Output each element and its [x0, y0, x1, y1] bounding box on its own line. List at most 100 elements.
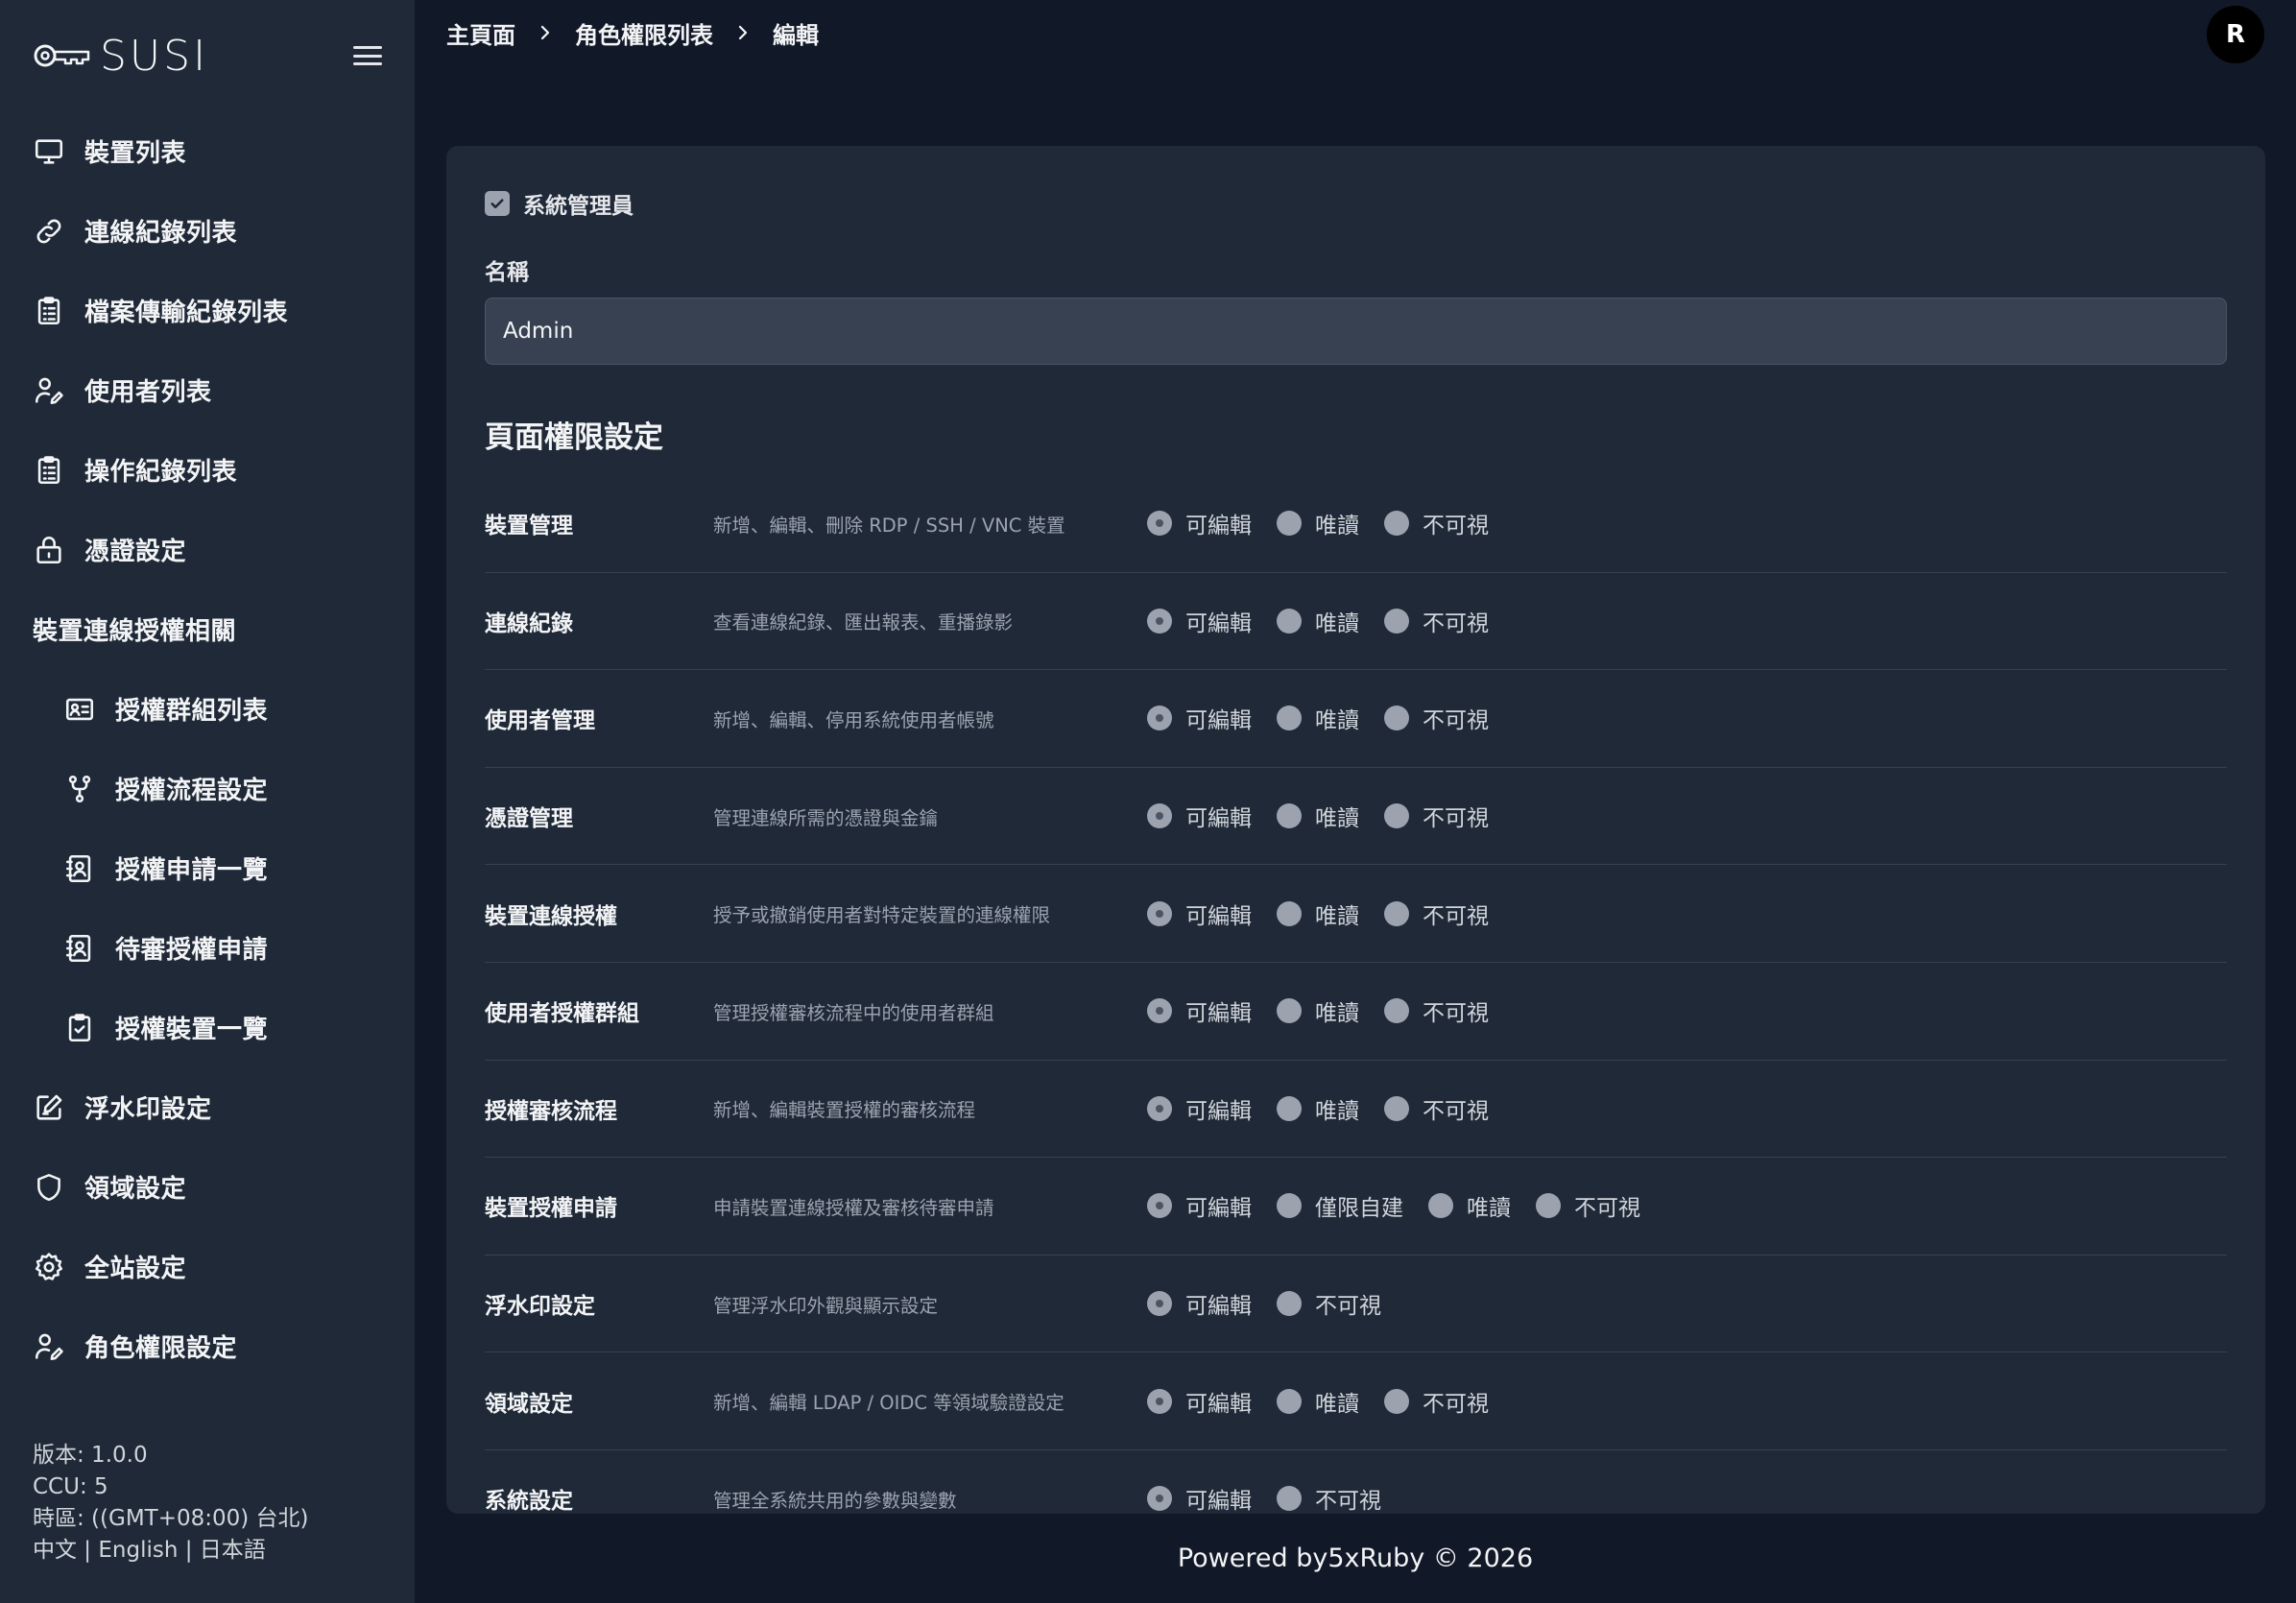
- radio-button[interactable]: [1147, 900, 1172, 926]
- permission-option[interactable]: 唯讀: [1277, 1385, 1359, 1418]
- radio-button[interactable]: [1384, 706, 1409, 731]
- permission-option[interactable]: 不可視: [1536, 1189, 1640, 1222]
- sidebar-section-authorization[interactable]: 裝置連線授權相關: [0, 589, 415, 669]
- permission-option[interactable]: 唯讀: [1277, 1092, 1359, 1125]
- permission-option[interactable]: 不可視: [1384, 897, 1489, 930]
- radio-button[interactable]: [1277, 998, 1302, 1024]
- menu-toggle-icon[interactable]: [353, 44, 382, 67]
- radio-label: 唯讀: [1315, 1391, 1359, 1417]
- key-icon: [34, 44, 90, 67]
- permission-option[interactable]: 不可視: [1384, 507, 1489, 539]
- radio-button[interactable]: [1277, 1388, 1302, 1414]
- brand-logo[interactable]: SUSI: [33, 32, 208, 81]
- permission-option[interactable]: 唯讀: [1277, 994, 1359, 1027]
- radio-button[interactable]: [1384, 900, 1409, 926]
- radio-button[interactable]: [1147, 1095, 1172, 1121]
- radio-label: 可編輯: [1185, 806, 1252, 832]
- sidebar-item-auth-flow[interactable]: 授權流程設定: [0, 749, 415, 828]
- sidebar-item-file-transfer-logs[interactable]: 檔案傳輸紀錄列表: [0, 271, 415, 350]
- sidebar-item-auth-requests[interactable]: 授權申請一覽: [0, 828, 415, 908]
- permission-option[interactable]: 唯讀: [1277, 800, 1359, 832]
- radio-button[interactable]: [1147, 998, 1172, 1024]
- sidebar-item-devices[interactable]: 裝置列表: [0, 111, 415, 191]
- permission-description: 新增、編輯、停用系統使用者帳號: [713, 708, 994, 731]
- radio-button[interactable]: [1536, 1193, 1561, 1219]
- radio-button[interactable]: [1277, 1095, 1302, 1121]
- permission-radio-group: 可編輯 不可視: [1147, 1287, 1406, 1320]
- radio-button[interactable]: [1147, 1193, 1172, 1219]
- radio-button[interactable]: [1147, 608, 1172, 634]
- permission-option[interactable]: 唯讀: [1277, 897, 1359, 930]
- radio-button[interactable]: [1277, 803, 1302, 829]
- permission-option[interactable]: 可編輯: [1147, 1482, 1252, 1514]
- radio-label: 可編輯: [1185, 903, 1252, 929]
- radio-button[interactable]: [1428, 1193, 1453, 1219]
- admin-checkbox-row[interactable]: 系統管理員: [485, 184, 2227, 223]
- permission-option[interactable]: 不可視: [1384, 994, 1489, 1027]
- pen-square-icon: [33, 1091, 65, 1124]
- permission-option[interactable]: 可編輯: [1147, 1189, 1252, 1222]
- permission-radio-group: 可編輯 唯讀 不可視: [1147, 897, 1514, 930]
- permission-option[interactable]: 不可視: [1384, 800, 1489, 832]
- permission-option[interactable]: 唯讀: [1428, 1189, 1511, 1222]
- radio-button[interactable]: [1384, 1095, 1409, 1121]
- radio-button[interactable]: [1277, 1291, 1302, 1317]
- breadcrumb: 主頁面 角色權限列表 編輯: [446, 16, 819, 50]
- breadcrumb-role-list[interactable]: 角色權限列表: [575, 16, 713, 50]
- permission-option[interactable]: 可編輯: [1147, 800, 1252, 832]
- name-input[interactable]: [485, 298, 2227, 365]
- permission-option[interactable]: 不可視: [1384, 1092, 1489, 1125]
- permission-option[interactable]: 可編輯: [1147, 605, 1252, 637]
- radio-button[interactable]: [1277, 706, 1302, 731]
- radio-button[interactable]: [1277, 511, 1302, 537]
- sidebar-item-credentials[interactable]: 憑證設定: [0, 510, 415, 589]
- clipboard-list-icon: [33, 454, 65, 487]
- permission-option[interactable]: 不可視: [1384, 605, 1489, 637]
- sidebar-item-role-permissions[interactable]: 角色權限設定: [0, 1306, 415, 1386]
- sidebar-item-realm[interactable]: 領域設定: [0, 1147, 415, 1227]
- radio-button[interactable]: [1384, 998, 1409, 1024]
- sidebar-item-connection-logs[interactable]: 連線紀錄列表: [0, 191, 415, 271]
- avatar[interactable]: R: [2207, 6, 2264, 63]
- radio-button[interactable]: [1147, 706, 1172, 731]
- radio-button[interactable]: [1384, 608, 1409, 634]
- radio-button[interactable]: [1384, 1388, 1409, 1414]
- radio-button[interactable]: [1147, 511, 1172, 537]
- permission-option[interactable]: 可編輯: [1147, 702, 1252, 734]
- radio-button[interactable]: [1384, 511, 1409, 537]
- radio-button[interactable]: [1277, 900, 1302, 926]
- permission-option[interactable]: 唯讀: [1277, 507, 1359, 539]
- permission-option[interactable]: 可編輯: [1147, 1092, 1252, 1125]
- permission-option[interactable]: 不可視: [1384, 1385, 1489, 1418]
- sidebar-item-site-settings[interactable]: 全站設定: [0, 1227, 415, 1306]
- sidebar-item-authorized-devices[interactable]: 授權裝置一覽: [0, 988, 415, 1067]
- permission-option[interactable]: 唯讀: [1277, 702, 1359, 734]
- admin-checkbox[interactable]: [485, 191, 510, 216]
- permission-option[interactable]: 唯讀: [1277, 605, 1359, 637]
- permission-option[interactable]: 不可視: [1277, 1482, 1381, 1514]
- sidebar-item-operation-logs[interactable]: 操作紀錄列表: [0, 430, 415, 510]
- sidebar-item-users[interactable]: 使用者列表: [0, 350, 415, 430]
- permission-option[interactable]: 不可視: [1384, 702, 1489, 734]
- breadcrumb-home[interactable]: 主頁面: [446, 16, 515, 50]
- permission-option[interactable]: 可編輯: [1147, 1287, 1252, 1320]
- permission-option[interactable]: 可編輯: [1147, 897, 1252, 930]
- radio-button[interactable]: [1147, 1388, 1172, 1414]
- permission-option[interactable]: 可編輯: [1147, 507, 1252, 539]
- permission-option[interactable]: 不可視: [1277, 1287, 1381, 1320]
- radio-button[interactable]: [1277, 608, 1302, 634]
- radio-button[interactable]: [1147, 1486, 1172, 1512]
- radio-button[interactable]: [1147, 1291, 1172, 1317]
- permission-option[interactable]: 僅限自建: [1277, 1189, 1403, 1222]
- permission-option[interactable]: 可編輯: [1147, 1385, 1252, 1418]
- sidebar-section-label: 裝置連線授權相關: [33, 617, 237, 646]
- permission-option[interactable]: 可編輯: [1147, 994, 1252, 1027]
- radio-button[interactable]: [1277, 1486, 1302, 1512]
- sidebar-item-auth-groups[interactable]: 授權群組列表: [0, 669, 415, 749]
- radio-button[interactable]: [1147, 803, 1172, 829]
- radio-button[interactable]: [1384, 803, 1409, 829]
- sidebar-item-watermark[interactable]: 浮水印設定: [0, 1067, 415, 1147]
- language-switcher[interactable]: 中文 | English | 日本語: [33, 1535, 309, 1567]
- sidebar-item-pending-requests[interactable]: 待審授權申請: [0, 908, 415, 988]
- radio-button[interactable]: [1277, 1193, 1302, 1219]
